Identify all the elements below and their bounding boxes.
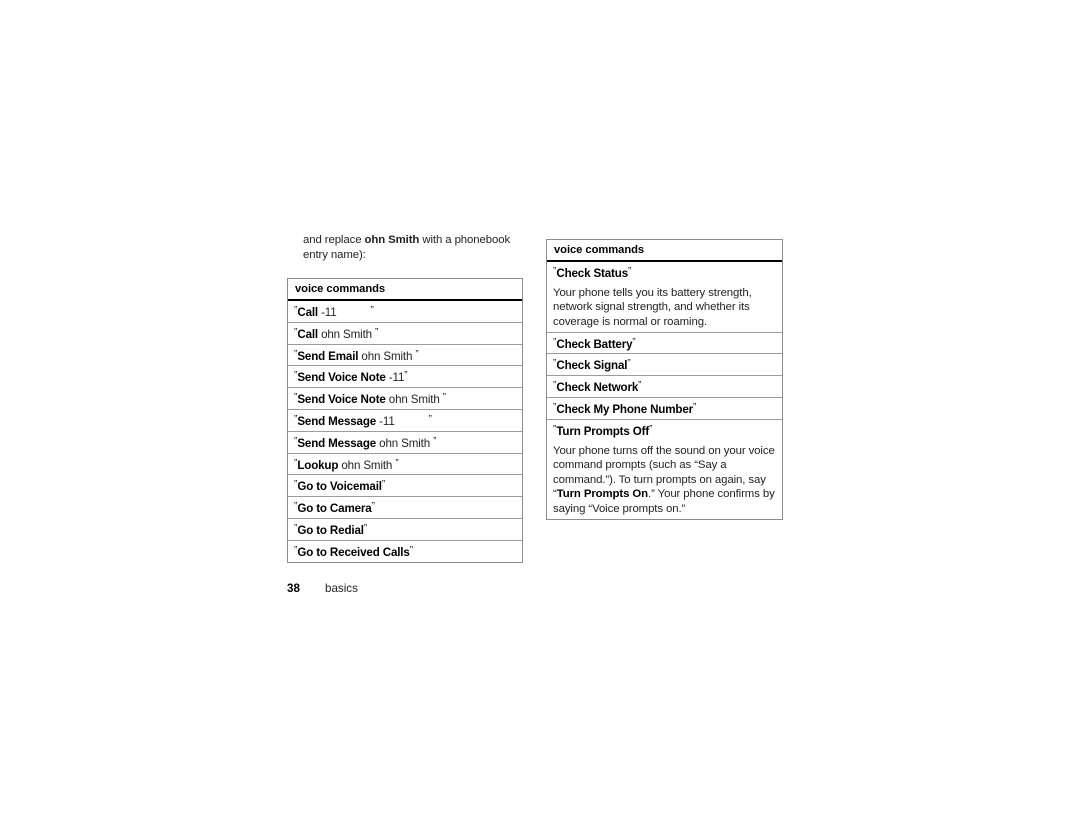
close-quote-icon: ”: [638, 380, 642, 392]
table-row: ”Go to Received Calls”: [288, 541, 522, 562]
intro-paragraph: and replace ohn Smith with a phonebook e…: [303, 233, 531, 262]
voice-command-name: Send Voice Note: [297, 392, 386, 406]
voice-command-argument: -11: [385, 371, 405, 385]
table-row: ”Call ohn Smith ”: [288, 323, 522, 345]
table-row: ”Turn Prompts Off” Your phone turns off t…: [547, 420, 782, 519]
voice-command-name: Go to Received Calls: [297, 545, 410, 559]
voice-command-argument: ohn Smith: [318, 327, 376, 341]
table-row: ”Check Signal”: [547, 354, 782, 377]
voice-command-name: Check Battery: [556, 337, 633, 351]
voice-command-argument: ohn Smith: [385, 392, 443, 406]
table-row: ”Check Status” Your phone tells you its b…: [547, 262, 782, 333]
intro-bold-term: ohn Smith: [364, 234, 420, 246]
close-quote-icon: ”: [632, 336, 636, 348]
table-right-body: ”Check Status” Your phone tells you its b…: [547, 262, 782, 519]
close-quote-icon: ”: [428, 413, 432, 425]
voice-command-description: Your phone tells you its battery strengt…: [553, 286, 752, 328]
close-quote-icon: ”: [375, 326, 379, 338]
voice-command-name: Check Signal: [556, 359, 628, 373]
voice-command-name: Send Message: [297, 436, 377, 450]
close-quote-icon: ”: [693, 401, 697, 413]
close-quote-icon: ”: [370, 305, 374, 316]
voice-command-name: Call: [297, 327, 319, 341]
page-footer: 38 basics: [287, 582, 358, 596]
table-row: ”Check Battery”: [547, 333, 782, 355]
table-row: ”Call -11”: [288, 301, 522, 323]
table-row: ”Send Voice Note ohn Smith ”: [288, 388, 522, 410]
close-quote-icon: ”: [371, 501, 375, 513]
voice-command-argument: -11: [318, 305, 337, 319]
table-left-header: voice commands: [288, 279, 522, 301]
table-right-header: voice commands: [547, 240, 782, 262]
voice-command-name: Go to Voicemail: [297, 480, 382, 494]
footer-page-number: 38: [287, 582, 300, 595]
voice-command-name: Turn Prompts Off: [556, 424, 650, 438]
table-row: ”Lookup ohn Smith ”: [288, 454, 522, 476]
voice-command-name: Check Status: [556, 266, 628, 280]
table-row: ”Check Network”: [547, 376, 782, 398]
close-quote-icon: ”: [415, 348, 419, 360]
table-row: ”Go to Redial”: [288, 519, 522, 541]
table-row: ”Go to Voicemail”: [288, 475, 522, 498]
voice-command-name: Check My Phone Number: [556, 402, 693, 416]
table-row: ”Send Email ohn Smith ”: [288, 345, 522, 367]
description-bold-command: Turn Prompts On: [556, 488, 649, 501]
close-quote-icon: ”: [628, 266, 632, 277]
voice-command-argument: -11: [376, 414, 395, 428]
close-quote-icon: ”: [363, 522, 368, 534]
voice-command-argument: ohn Smith: [376, 436, 434, 450]
voice-command-name: Send Message: [297, 414, 377, 428]
close-quote-icon: ”: [442, 392, 447, 404]
intro-prefix: and replace: [303, 234, 365, 246]
table-row: ”Check My Phone Number”: [547, 398, 782, 420]
close-quote-icon: ”: [649, 423, 653, 435]
voice-command-name: Go to Redial: [297, 523, 364, 537]
table-row: ”Go to Camera”: [288, 497, 522, 519]
close-quote-icon: ”: [395, 457, 399, 469]
table-row: ”Send Message -11”: [288, 410, 522, 432]
voice-command-name: Check Network: [556, 380, 639, 394]
close-quote-icon: ”: [627, 358, 631, 370]
close-quote-icon: ”: [433, 435, 437, 447]
voice-command-argument: ohn Smith: [358, 349, 416, 363]
voice-command-name: Send Voice Note: [297, 371, 386, 385]
close-quote-icon: ”: [409, 544, 414, 556]
document-page: and replace ohn Smith with a phonebook e…: [0, 0, 1080, 834]
voice-commands-table-left: voice commands ”Call -11” ”Call ohn Smith…: [287, 278, 523, 563]
voice-command-name: Lookup: [297, 458, 339, 472]
voice-command-argument: ohn Smith: [338, 458, 396, 472]
table-row: ”Send Voice Note -11”: [288, 366, 522, 389]
footer-section-label: basics: [325, 582, 358, 595]
voice-command-name: Go to Camera: [297, 501, 372, 515]
voice-command-name: Send Email: [297, 349, 359, 363]
close-quote-icon: ”: [404, 370, 408, 382]
voice-command-name: Call: [297, 305, 319, 319]
voice-commands-table-right: voice commands ”Check Status” Your phone …: [546, 239, 783, 520]
table-row: ”Send Message ohn Smith ”: [288, 432, 522, 454]
close-quote-icon: ”: [381, 479, 386, 491]
table-left-body: ”Call -11” ”Call ohn Smith ” ”Send Email o…: [288, 301, 522, 562]
voice-command-description: Your phone turns off the sound on your v…: [553, 439, 776, 517]
